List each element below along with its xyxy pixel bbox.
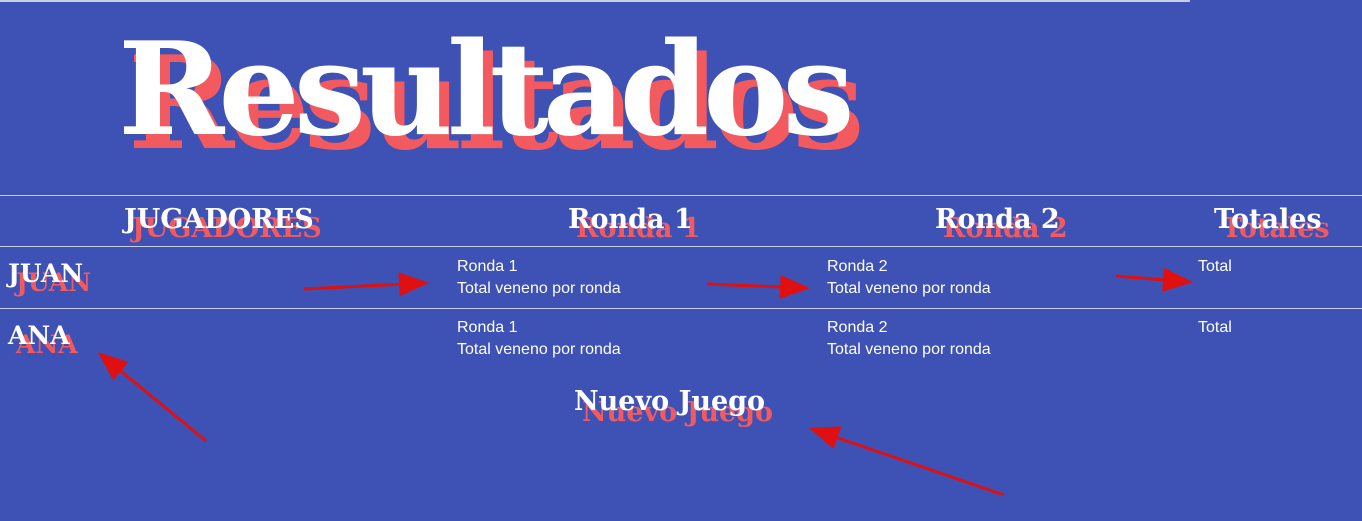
round2-cell: Ronda 2 Total veneno por ronda xyxy=(827,256,991,300)
round1-cell: Ronda 1 Total veneno por ronda xyxy=(457,256,621,300)
total-cell: Total xyxy=(1198,319,1232,336)
round1-poison-total: Total veneno por ronda xyxy=(457,341,621,358)
column-header-round1: Ronda 1 Ronda 1 xyxy=(568,204,701,244)
arrow-icon xyxy=(303,272,429,297)
arrow-icon xyxy=(1115,267,1193,292)
round1-cell: Ronda 1 Total veneno por ronda xyxy=(457,317,621,361)
round2-poison-total: Total veneno por ronda xyxy=(827,280,991,297)
column-header-totals: Totales Totales xyxy=(1214,204,1330,244)
round1-label: Ronda 1 xyxy=(457,319,518,336)
player-name: ANA ANA xyxy=(8,321,78,359)
arrow-icon xyxy=(97,352,207,443)
header-divider xyxy=(0,246,1362,247)
row-divider xyxy=(0,308,1362,309)
column-header-round2: Ronda 2 Ronda 2 xyxy=(935,204,1068,244)
round1-label: Ronda 1 xyxy=(457,258,518,275)
new-game-button[interactable]: Nuevo Juego Nuevo Juego xyxy=(574,386,773,428)
player-name: JUAN JUAN xyxy=(8,259,92,297)
column-header-players: JUGADORES JUGADORES xyxy=(124,204,322,244)
round2-label: Ronda 2 xyxy=(827,319,888,336)
arrow-icon xyxy=(706,274,810,299)
page-title: Resultados Resultados xyxy=(118,15,865,179)
table-top-divider xyxy=(0,195,1362,196)
top-border xyxy=(0,0,1190,2)
round1-poison-total: Total veneno por ronda xyxy=(457,280,621,297)
round2-label: Ronda 2 xyxy=(827,258,888,275)
total-cell: Total xyxy=(1198,258,1232,275)
arrow-icon xyxy=(809,426,1005,497)
round2-poison-total: Total veneno por ronda xyxy=(827,341,991,358)
round2-cell: Ronda 2 Total veneno por ronda xyxy=(827,317,991,361)
